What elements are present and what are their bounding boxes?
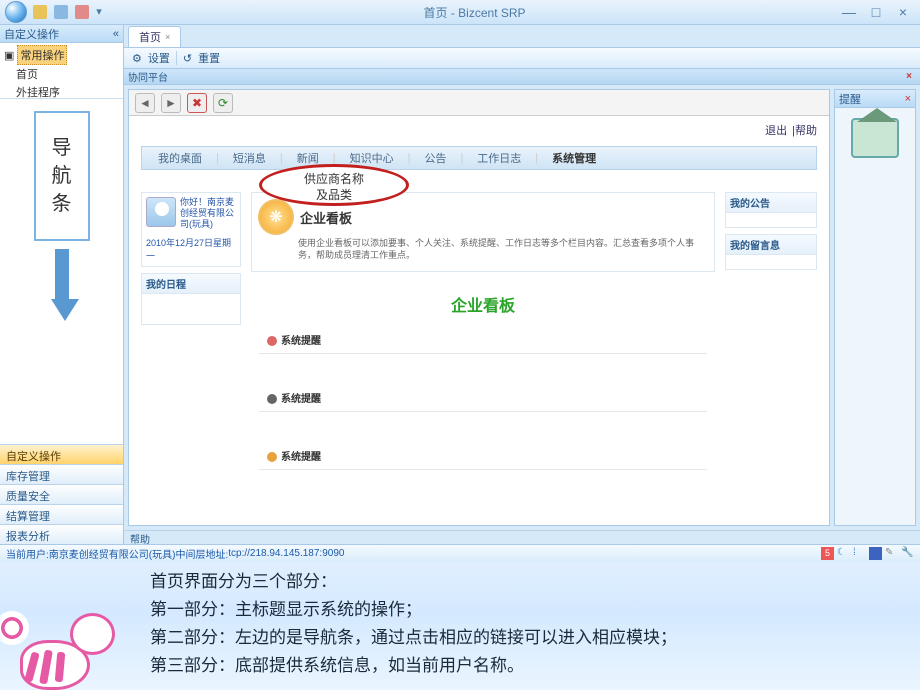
nav-diagram: 导 航 条 <box>0 99 123 331</box>
maximize-button[interactable]: □ <box>864 4 888 20</box>
down-arrow-icon <box>51 249 73 319</box>
tray-keyboard-icon[interactable] <box>869 547 882 560</box>
sub-title: 协同平台 <box>128 69 168 84</box>
menu-message[interactable]: 短消息 <box>233 150 266 166</box>
forward-button[interactable]: ► <box>161 93 181 113</box>
nav-section-settlement[interactable]: 结算管理 <box>0 504 123 524</box>
main-area: 首页 × ⚙ 设置 ↺ 重置 协同平台 × ◄ ► ✖ ⟳ <box>124 25 920 544</box>
back-button[interactable]: ◄ <box>135 93 155 113</box>
zebra-graphic <box>0 570 130 690</box>
kanban-desc: 使用企业看板可以添加要事、个人关注、系统提醒、工作日志等多个栏目内容。汇总查看多… <box>252 237 714 271</box>
avatar-icon <box>146 197 176 227</box>
minimize-button[interactable]: — <box>837 4 861 20</box>
status-user: 南京麦创经贸有限公司(玩具) <box>49 546 176 561</box>
nav-section-quality[interactable]: 质量安全 <box>0 484 123 504</box>
kanban-title: 企业看板 <box>300 208 352 227</box>
message-card: 我的留言息 <box>725 234 817 270</box>
alert-icon <box>267 452 277 462</box>
slide-caption: 首页界面分为三个部分： 第一部分：主标题显示系统的操作； 第二部分：左边的是导航… <box>0 562 920 690</box>
slide-line: 首页界面分为三个部分： <box>150 568 920 596</box>
left-navigation: 自定义操作 « ▣ 常用操作 首页 外挂程序 导 航 条 自定义操作 库存管理 … <box>0 25 124 544</box>
slide-line: 第三部分：底部提供系统信息，如当前用户名称。 <box>150 652 920 680</box>
user-card: 你好！南京麦 创经贸有限公 司(玩具) 2010年12月27日星期一 <box>141 192 241 267</box>
tab-close-icon[interactable]: × <box>165 32 170 42</box>
reminder-close-icon[interactable]: × <box>905 93 911 105</box>
reminder-title: 提醒 <box>839 91 861 107</box>
status-user-label: 当前用户: <box>6 546 49 561</box>
diagram-nav-box: 导 航 条 <box>34 111 90 241</box>
page-menubar: 我的桌面| 短消息| 新闻| 知识中心| 公告| 工作日志| 系统管理 <box>141 146 817 170</box>
alert-icon <box>267 336 277 346</box>
window-titlebar: ▾ 首页 - Bizcent SRP — □ × <box>0 0 920 25</box>
tray-icon[interactable]: 5 <box>821 547 834 560</box>
alert-row[interactable]: 系统提醒 <box>259 326 707 354</box>
browser-toolbar: ◄ ► ✖ ⟳ <box>129 90 829 116</box>
qat-icon[interactable] <box>33 5 47 19</box>
schedule-card: 我的日程 <box>141 273 241 325</box>
reminder-panel: 提醒 × <box>834 89 916 526</box>
tray-icon[interactable]: ⁞ <box>853 547 866 560</box>
sub-header: 协同平台 × <box>124 69 920 85</box>
nav-section-inventory[interactable]: 库存管理 <box>0 464 123 484</box>
menu-knowledge[interactable]: 知识中心 <box>350 150 394 166</box>
window-title: 首页 - Bizcent SRP <box>112 4 837 21</box>
home-icon[interactable] <box>851 118 899 158</box>
nav-collapse-icon[interactable]: « <box>113 28 119 40</box>
web-panel: ◄ ► ✖ ⟳ 退出 |帮助 我的桌面| 短消息| 新闻| 知识中心| <box>128 89 830 526</box>
status-bar: 当前用户: 南京麦创经贸有限公司(玩具) 中间层地址: tcp://218.94… <box>0 544 920 562</box>
help-bar[interactable]: 帮助 <box>124 530 920 544</box>
annotation-circle: 供应商名称 及品类 <box>259 164 409 206</box>
web-content: 退出 |帮助 我的桌面| 短消息| 新闻| 知识中心| 公告| 工作日志| 系统… <box>129 116 829 525</box>
page-top-links: 退出 |帮助 <box>763 122 817 138</box>
nav-panel-header: 自定义操作 « <box>0 25 123 43</box>
menu-sysadmin[interactable]: 系统管理 <box>552 150 596 166</box>
nav-section-report[interactable]: 报表分析 <box>0 524 123 544</box>
nav-tree: ▣ 常用操作 首页 外挂程序 <box>0 43 123 99</box>
slide-line: 第一部分：主标题显示系统的操作； <box>150 596 920 624</box>
nav-panel-title: 自定义操作 <box>4 26 59 42</box>
alert-icon <box>267 394 277 404</box>
tab-home[interactable]: 首页 × <box>128 26 181 47</box>
settings-icon: ⚙ <box>132 52 142 65</box>
qat-icon[interactable] <box>75 5 89 19</box>
qat-dropdown-icon[interactable]: ▾ <box>96 5 110 19</box>
tray-moon-icon[interactable]: ☾ <box>837 547 850 560</box>
action-bar: ⚙ 设置 ↺ 重置 <box>124 47 920 69</box>
stop-button[interactable]: ✖ <box>187 93 207 113</box>
status-mid-label: 中间层地址: <box>175 546 228 561</box>
status-mid: tcp://218.94.145.187:9090 <box>228 548 344 559</box>
sub-close-icon[interactable]: × <box>902 71 916 82</box>
tree-item-home[interactable]: 首页 <box>4 65 119 83</box>
settings-button[interactable]: 设置 <box>148 50 170 66</box>
tree-root[interactable]: 常用操作 <box>17 45 67 65</box>
close-button[interactable]: × <box>891 4 915 20</box>
quick-access-toolbar: ▾ <box>31 5 112 19</box>
menu-worklog[interactable]: 工作日志 <box>477 150 521 166</box>
slide-line: 第二部分：左边的是导航条，通过点击相应的链接可以进入相应模块； <box>150 624 920 652</box>
greeting: 你好！南京麦 创经贸有限公 司(玩具) <box>180 197 234 230</box>
document-tabs: 首页 × <box>124 25 920 47</box>
reset-icon: ↺ <box>183 52 192 65</box>
help-link[interactable]: |帮助 <box>792 125 817 137</box>
schedule-header: 我的日程 <box>142 274 240 294</box>
menu-desktop[interactable]: 我的桌面 <box>158 150 202 166</box>
logout-link[interactable]: 退出 <box>765 125 787 137</box>
menu-notice[interactable]: 公告 <box>424 150 446 166</box>
reset-button[interactable]: 重置 <box>198 50 220 66</box>
kanban-big-title: 企业看板 <box>251 292 715 316</box>
current-date: 2010年12月27日星期一 <box>142 234 240 266</box>
app-orb-icon[interactable] <box>5 1 27 23</box>
reload-button[interactable]: ⟳ <box>213 93 233 113</box>
nav-section-custom[interactable]: 自定义操作 <box>0 444 123 464</box>
alert-row[interactable]: 系统提醒 <box>259 384 707 412</box>
gear-icon: ❋ <box>258 199 294 235</box>
alert-row[interactable]: 系统提醒 <box>259 442 707 470</box>
tray-wrench-icon[interactable]: 🔧 <box>901 547 914 560</box>
tray-icon[interactable]: ✎ <box>885 547 898 560</box>
notice-card: 我的公告 <box>725 192 817 228</box>
qat-icon[interactable] <box>54 5 68 19</box>
status-tray: 5 ☾ ⁞ ✎ 🔧 <box>821 547 914 560</box>
